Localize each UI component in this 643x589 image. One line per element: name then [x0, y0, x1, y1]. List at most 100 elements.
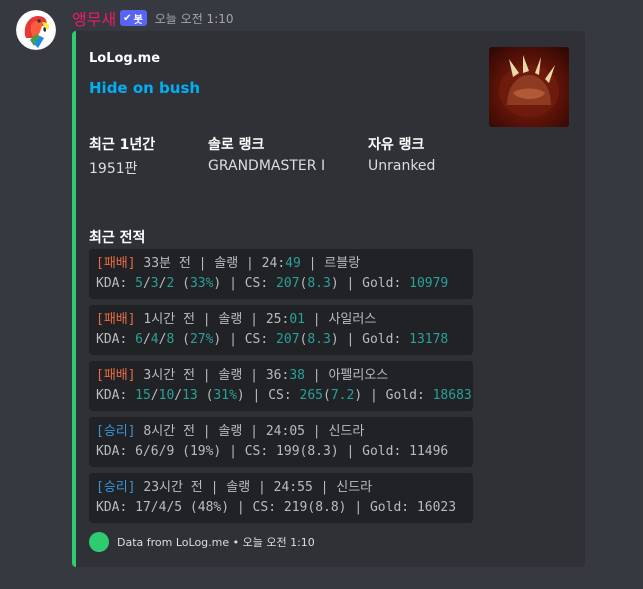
gold-label: ) | Gold:	[338, 500, 417, 515]
cs-per-min: 7.2	[330, 388, 355, 403]
champion-claw-icon	[499, 55, 559, 117]
match-card: [패배] 33분 전 | 솔랭 | 24:49 | 르블랑 KDA: 5/3/2 …	[89, 249, 473, 299]
match-duration-seconds: 01	[289, 312, 305, 327]
match-summary-line: [패배] 1시간 전 | 솔랭 | 25:01 | 사일러스	[96, 310, 473, 330]
deaths: 6	[150, 444, 159, 459]
match-result: [패배]	[96, 312, 136, 327]
gold-value: 16023	[416, 500, 457, 515]
field-name: 자유 랭크	[368, 137, 425, 153]
kills: 17	[135, 500, 151, 515]
kill-participation: 31%	[213, 388, 237, 403]
match-result: [패배]	[96, 368, 136, 383]
embed-provider: LoLog.me	[89, 51, 161, 66]
match-duration-seconds: 49	[285, 256, 301, 271]
kda-label: KDA:	[96, 276, 136, 291]
match-champion: | 르블랑	[300, 256, 361, 271]
field-recent-year: 최근 1년간 1951판	[89, 134, 155, 178]
cs-value: 207	[276, 276, 300, 291]
sep: /	[150, 388, 159, 403]
sep: /	[150, 500, 159, 515]
sep: /	[174, 388, 183, 403]
kill-participation: 19%	[189, 444, 214, 459]
sep: /	[142, 332, 151, 347]
match-meta: 33분 전 | 솔랭 | 24:	[135, 256, 286, 271]
sep: (	[307, 500, 316, 515]
username[interactable]: 앵무새	[72, 6, 116, 30]
sep: (	[174, 276, 190, 291]
embed-footer: Data from LoLog.me • 오늘 오전 1:10	[89, 532, 315, 552]
message-timestamp: 오늘 오전 1:10	[154, 11, 234, 26]
match-card: [패배] 3시간 전 | 솔랭 | 36:38 | 아펠리오스 KDA: 15/1…	[89, 361, 473, 411]
cs-value: 219	[283, 500, 308, 515]
match-summary-line: [승리] 8시간 전 | 솔랭 | 24:05 | 신드라	[96, 422, 473, 442]
match-summary-line: [패배] 3시간 전 | 솔랭 | 36:38 | 아펠리오스	[96, 366, 473, 386]
gold-value: 10979	[409, 276, 449, 291]
kill-participation: 48%	[197, 500, 222, 515]
field-value: GRANDMASTER I	[208, 158, 326, 174]
sep: (	[174, 332, 190, 347]
bot-badge-label: 봇	[133, 14, 143, 26]
gold-label: ) | Gold:	[330, 332, 410, 347]
match-result: [승리]	[96, 480, 136, 495]
match-summary-line: [승리] 23시간 전 | 솔랭 | 24:55 | 신드라	[96, 478, 473, 498]
sep: /	[142, 276, 151, 291]
match-stats-line: KDA: 5/3/2 (33%) | CS: 207(8.3) | Gold: …	[96, 274, 473, 294]
cs-label: ) | CS:	[221, 500, 284, 515]
sep: (	[323, 388, 331, 403]
assists: 13	[182, 388, 198, 403]
deaths: 10	[158, 388, 175, 403]
kda-label: KDA:	[96, 500, 136, 515]
cs-label: ) | CS:	[213, 276, 277, 291]
field-value: Unranked	[368, 158, 436, 174]
gold-label: ) | Gold:	[330, 276, 410, 291]
field-value: 1951판	[89, 161, 138, 177]
cs-label: ) | CS:	[236, 388, 300, 403]
cs-value: 199	[276, 444, 300, 459]
assists: 5	[174, 500, 183, 515]
kda-label: KDA:	[96, 444, 136, 459]
cs-value: 207	[276, 332, 300, 347]
gold-value: 11496	[409, 444, 449, 459]
cs-per-min: 8.8	[315, 500, 339, 515]
kda-label: KDA:	[96, 388, 136, 403]
kills: 6	[135, 444, 143, 459]
match-result: [패배]	[96, 256, 136, 271]
kill-participation: 27%	[189, 332, 214, 347]
avatar[interactable]	[16, 10, 56, 50]
match-champion: | 신드라	[304, 424, 365, 439]
sep: (	[197, 388, 214, 403]
embed-thumbnail[interactable]	[489, 47, 569, 127]
recent-matches-title: 최근 전적	[89, 230, 146, 246]
bot-badge: ✔ 봇	[120, 10, 147, 26]
match-result: [승리]	[96, 424, 136, 439]
sep: /	[142, 444, 151, 459]
sep: (	[174, 444, 190, 459]
match-meta: 8시간 전 | 솔랭 | 24:	[135, 424, 290, 439]
match-duration-seconds: 38	[289, 368, 305, 383]
cs-label: ) | CS:	[213, 332, 277, 347]
cs-per-min: 8.3	[307, 444, 331, 459]
sep: (	[182, 500, 198, 515]
match-meta: 23시간 전 | 솔랭 | 24:	[135, 480, 298, 495]
match-champion: | 신드라	[312, 480, 373, 495]
match-summary-line: [패배] 33분 전 | 솔랭 | 24:49 | 르블랑	[96, 254, 473, 274]
match-stats-line: KDA: 17/4/5 (48%) | CS: 219(8.8) | Gold:…	[96, 498, 473, 518]
parrot-icon	[16, 10, 56, 50]
match-card: [패배] 1시간 전 | 솔랭 | 25:01 | 사일러스 KDA: 6/4/8…	[89, 305, 473, 355]
field-solo-rank: 솔로 랭크 GRANDMASTER I	[208, 134, 325, 174]
gold-label: ) | Gold:	[354, 388, 433, 403]
match-card: [승리] 23시간 전 | 솔랭 | 24:55 | 신드라 KDA: 17/4/…	[89, 473, 473, 523]
match-stats-line: KDA: 15/10/13 (31%) | CS: 265(7.2) | Gol…	[96, 386, 473, 406]
kills: 15	[135, 388, 151, 403]
embed-title-link[interactable]: Hide on bush	[89, 79, 200, 97]
match-stats-line: KDA: 6/4/8 (27%) | CS: 207(8.3) | Gold: …	[96, 330, 473, 350]
kill-participation: 33%	[189, 276, 214, 291]
footer-icon	[89, 532, 109, 552]
gold-label: ) | Gold:	[330, 444, 410, 459]
kills: 5	[135, 276, 143, 291]
message-header: 앵무새 ✔ 봇 오늘 오전 1:10	[72, 7, 234, 29]
field-flex-rank: 자유 랭크 Unranked	[368, 134, 435, 174]
match-card: [승리] 8시간 전 | 솔랭 | 24:05 | 신드라 KDA: 6/6/9 …	[89, 417, 473, 467]
match-stats-line: KDA: 6/6/9 (19%) | CS: 199(8.3) | Gold: …	[96, 442, 473, 462]
deaths: 3	[150, 276, 159, 291]
